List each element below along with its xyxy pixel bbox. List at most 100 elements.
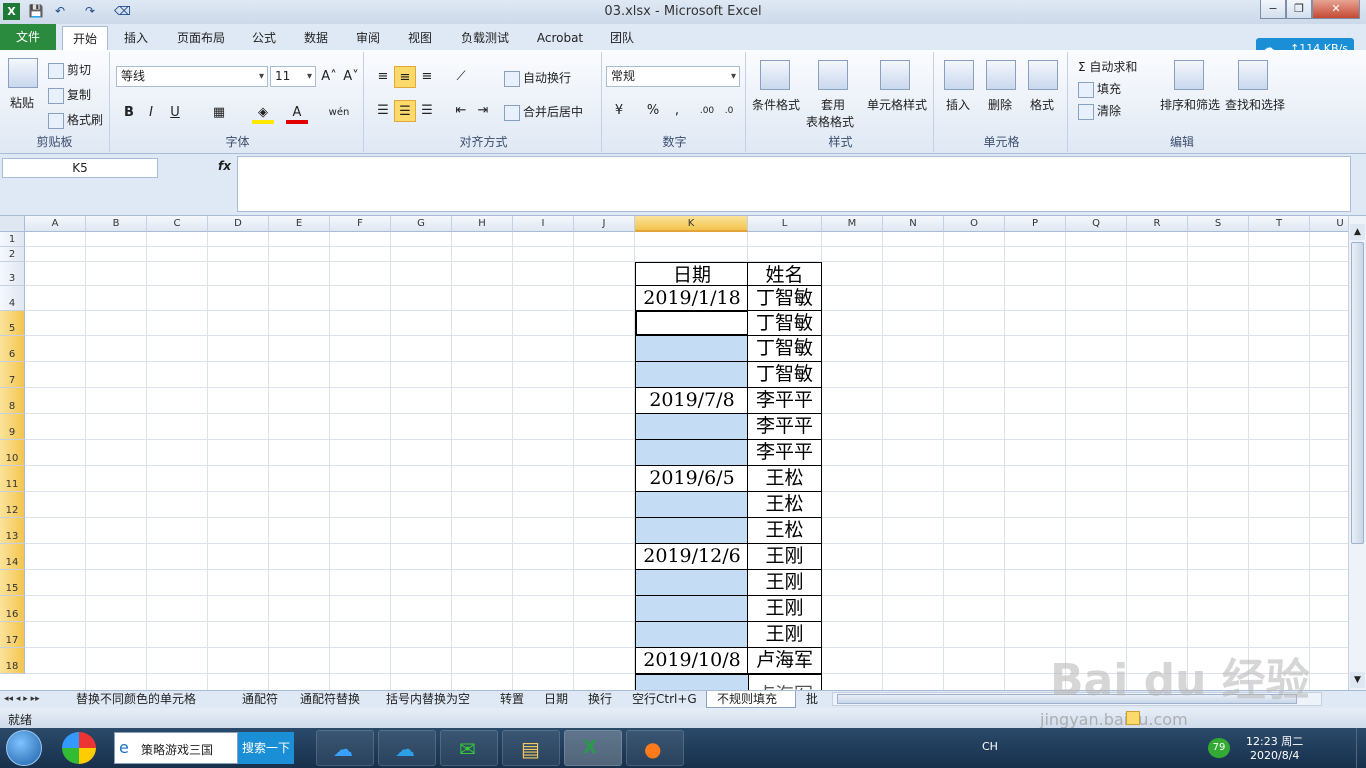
sheet-tab-5[interactable]: 转置	[490, 691, 534, 708]
fill-color-icon[interactable]: ◈	[252, 102, 274, 124]
row-header-10[interactable]: 10	[0, 440, 25, 466]
name-cell-l12[interactable]: 王松	[747, 491, 822, 518]
sheet-tab-4[interactable]: 括号内替换为空	[376, 691, 490, 708]
table-format-line1[interactable]: 套用	[821, 96, 845, 113]
row-header-12[interactable]: 12	[0, 492, 25, 518]
select-all-corner[interactable]	[0, 216, 25, 232]
row-header-16[interactable]: 16	[0, 596, 25, 622]
date-cell-k11[interactable]: 2019/6/5	[635, 465, 749, 492]
fill-button[interactable]: 填充	[1078, 80, 1121, 98]
font-color-icon[interactable]: A	[286, 102, 308, 124]
row-header-5[interactable]: 5	[0, 311, 25, 336]
paste-button[interactable]: 粘贴	[10, 94, 34, 111]
column-header-s[interactable]: S	[1188, 216, 1249, 232]
border-icon[interactable]: ▦	[208, 102, 230, 124]
shrink-font-button[interactable]: A˅	[340, 66, 362, 88]
date-cell-k18[interactable]: 2019/10/8	[635, 647, 749, 674]
name-cell-l13[interactable]: 王松	[747, 517, 822, 544]
wrap-text-button[interactable]: 自动换行	[504, 69, 571, 87]
sort-filter-button[interactable]: 排序和筛选	[1160, 96, 1220, 113]
column-header-t[interactable]: T	[1249, 216, 1310, 232]
bold-button[interactable]: B	[118, 102, 140, 124]
taskbar-app-1[interactable]: ☁	[316, 730, 374, 766]
clock-date[interactable]: 2020/8/4	[1250, 749, 1299, 762]
row-header-8[interactable]: 8	[0, 388, 25, 414]
worksheet-grid[interactable]: ABCDEFGHIJKLMNOPQRSTU 1 2 3 4 5 6 7 8 9 10 11 12 13 1…	[0, 216, 1348, 690]
delete-cells-icon[interactable]	[986, 60, 1016, 90]
name-box[interactable]: K5	[2, 158, 158, 178]
comma-button[interactable]: ,	[666, 100, 688, 122]
insert-cells-button[interactable]: 插入	[946, 96, 970, 113]
underline-button[interactable]: U	[164, 102, 186, 124]
tab-insert[interactable]: 插入	[114, 26, 158, 50]
scroll-up-icon[interactable]: ▲	[1350, 224, 1365, 240]
row-header-13[interactable]: 13	[0, 518, 25, 544]
sheet-tab-1[interactable]: 替换不同颜色的单元格	[66, 691, 232, 708]
autosum-button[interactable]: Σ 自动求和	[1078, 58, 1137, 75]
sheet-tab-7[interactable]: 换行	[578, 691, 622, 708]
column-header-i[interactable]: I	[513, 216, 574, 232]
date-cell-k17[interactable]	[635, 621, 749, 648]
date-cell-k4[interactable]: 2019/1/18	[635, 285, 749, 311]
search-button[interactable]: 搜索一下	[238, 732, 294, 764]
column-header-b[interactable]: B	[86, 216, 147, 232]
cut-button[interactable]: 剪切	[48, 61, 91, 79]
conditional-format-button[interactable]: 条件格式	[752, 96, 800, 113]
scroll-down-icon[interactable]: ▼	[1350, 672, 1365, 688]
clear-button[interactable]: 清除	[1078, 102, 1121, 120]
paste-icon[interactable]	[8, 58, 38, 88]
start-button-icon[interactable]	[6, 730, 42, 766]
vertical-scrollbar[interactable]: ▲ ▼	[1348, 216, 1366, 690]
date-cell-k19[interactable]	[635, 674, 749, 690]
find-select-button[interactable]: 查找和选择	[1225, 96, 1285, 113]
row-header-7[interactable]: 7	[0, 362, 25, 388]
minimize-button[interactable]: −	[1260, 0, 1286, 19]
tab-view[interactable]: 视图	[400, 26, 440, 50]
column-header-r[interactable]: R	[1127, 216, 1188, 232]
tab-team[interactable]: 团队	[602, 26, 642, 50]
column-header-c[interactable]: C	[147, 216, 208, 232]
date-cell-k10[interactable]	[635, 439, 749, 466]
header-name[interactable]: 姓名	[747, 262, 822, 287]
taskbar-firefox[interactable]: ●	[626, 730, 684, 766]
row-header-18[interactable]: 18	[0, 648, 25, 674]
date-cell-k12[interactable]	[635, 491, 749, 518]
sheet-tab-8[interactable]: 空行Ctrl+G	[622, 691, 706, 708]
date-cell-k7[interactable]	[635, 361, 749, 388]
tab-page-layout[interactable]: 页面布局	[170, 26, 232, 50]
sheet-tab-3[interactable]: 通配符替换	[290, 691, 376, 708]
close-button[interactable]: ✕	[1312, 0, 1360, 19]
increase-decimal-icon[interactable]: .00	[696, 100, 718, 122]
ie-search-box[interactable]: e 策略游戏三国	[114, 732, 238, 764]
increase-indent-icon[interactable]: ⇥	[472, 100, 494, 122]
taskbar-app-2[interactable]: ☁	[378, 730, 436, 766]
taskbar-excel[interactable]: X	[564, 730, 622, 766]
column-header-a[interactable]: A	[25, 216, 86, 232]
view-normal-icon[interactable]	[1126, 711, 1140, 725]
clock-time[interactable]: 12:23 周二	[1246, 733, 1303, 749]
table-format-line2[interactable]: 表格格式	[806, 113, 854, 130]
row-header-4[interactable]: 4	[0, 286, 25, 311]
row-header-2[interactable]: 2	[0, 247, 25, 262]
format-painter-button[interactable]: 格式刷	[48, 111, 103, 129]
cell-styles-icon[interactable]	[880, 60, 910, 90]
lang-indicator[interactable]: CH	[982, 740, 998, 753]
tab-home[interactable]: 开始	[62, 26, 108, 50]
sort-filter-icon[interactable]	[1174, 60, 1204, 90]
align-middle-icon[interactable]: ≡	[394, 66, 416, 88]
header-date[interactable]: 日期	[635, 262, 749, 287]
delete-cells-button[interactable]: 删除	[988, 96, 1012, 113]
decrease-indent-icon[interactable]: ⇤	[450, 100, 472, 122]
name-cell-l7[interactable]: 丁智敏	[747, 361, 822, 388]
number-format-combo[interactable]: 常规	[606, 66, 740, 87]
italic-button[interactable]: I	[140, 102, 162, 124]
percent-button[interactable]: %	[642, 100, 664, 122]
name-cell-l4[interactable]: 丁智敏	[747, 285, 822, 311]
merge-center-button[interactable]: 合并后居中	[504, 103, 583, 121]
currency-icon[interactable]: ¥	[608, 100, 630, 122]
date-cell-k9[interactable]	[635, 413, 749, 440]
name-cell-l5[interactable]: 丁智敏	[747, 310, 822, 336]
tab-formulas[interactable]: 公式	[244, 26, 284, 50]
column-header-g[interactable]: G	[391, 216, 452, 232]
column-header-n[interactable]: N	[883, 216, 944, 232]
